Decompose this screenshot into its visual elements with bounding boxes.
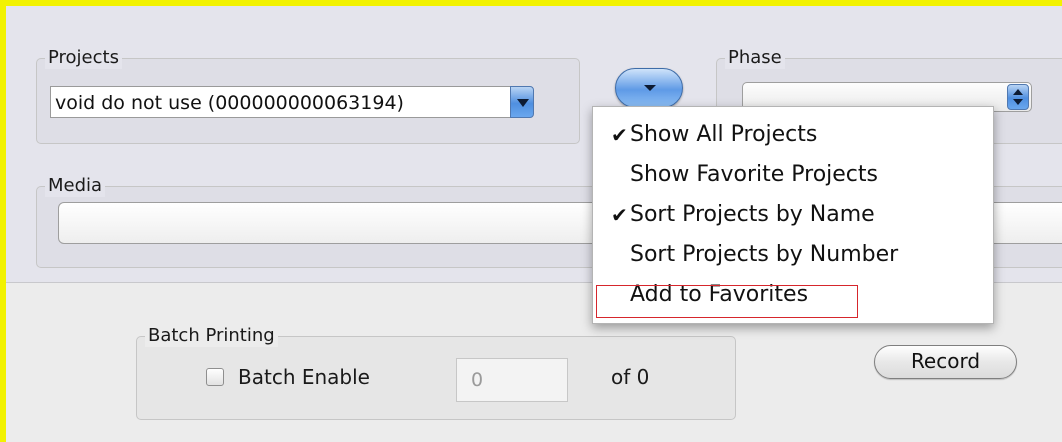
- batch-enable-label: Batch Enable: [238, 365, 370, 389]
- phase-group-label: Phase: [725, 47, 785, 69]
- batch-enable-checkbox[interactable]: [206, 368, 224, 386]
- projects-combo-field[interactable]: void do not use (000000000063194): [50, 86, 510, 118]
- projects-combo-arrow-icon[interactable]: [510, 86, 534, 118]
- project-options-menu: ✔ Show All Projects Show Favorite Projec…: [592, 106, 994, 324]
- menu-item-label: Show All Projects: [630, 122, 818, 147]
- checkmark-icon: ✔: [611, 123, 628, 147]
- menu-item-label: Sort Projects by Number: [630, 242, 899, 267]
- menu-item-label: Sort Projects by Name: [630, 202, 875, 227]
- menu-item-sort-by-name[interactable]: ✔ Sort Projects by Name: [593, 195, 993, 235]
- record-button[interactable]: Record: [874, 345, 1017, 379]
- menu-item-show-favorite-projects[interactable]: Show Favorite Projects: [593, 155, 993, 195]
- menu-item-sort-by-number[interactable]: Sort Projects by Number: [593, 235, 993, 275]
- batch-printing-label: Batch Printing: [145, 325, 278, 347]
- checkmark-icon: ✔: [611, 203, 628, 227]
- main-window: Projects void do not use (00000000006319…: [6, 6, 1062, 442]
- batch-count-input[interactable]: 0: [456, 358, 568, 402]
- menu-item-show-all-projects[interactable]: ✔ Show All Projects: [593, 115, 993, 155]
- projects-group-label: Projects: [45, 47, 122, 69]
- project-options-button[interactable]: [615, 68, 683, 108]
- up-down-arrows-icon: [1007, 84, 1029, 110]
- add-to-favorites-highlight: [596, 285, 858, 318]
- menu-item-label: Show Favorite Projects: [630, 162, 878, 187]
- media-group-label: Media: [45, 175, 106, 197]
- batch-total-label: of 0: [611, 365, 650, 389]
